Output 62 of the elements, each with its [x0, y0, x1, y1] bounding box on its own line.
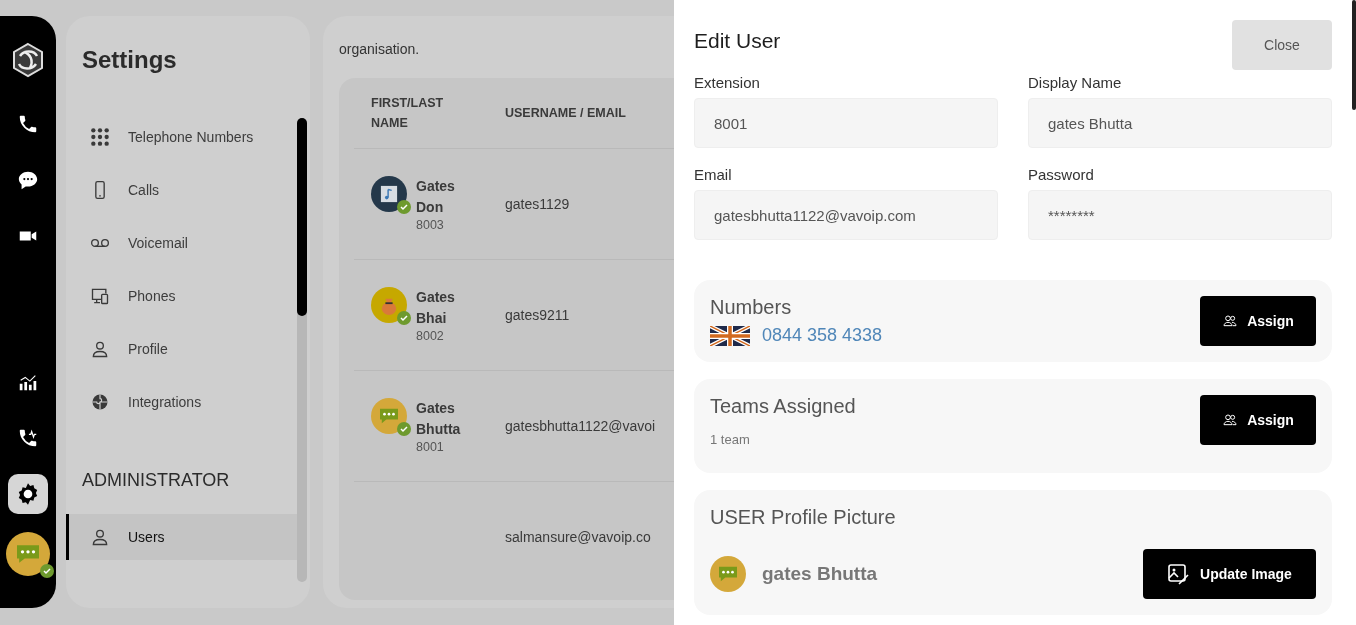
username-cell-text: gates1129 [505, 196, 571, 212]
intro-text: organisation. [339, 41, 421, 57]
nav-button[interactable] [8, 474, 48, 514]
last-name: Bhutta [416, 420, 461, 439]
field-label: Password [1028, 166, 1095, 183]
card-title: Teams Assigned [710, 395, 856, 418]
field-label: Display Name [1028, 74, 1123, 91]
dial-pad-icon [90, 126, 110, 147]
input-field[interactable]: gates Bhutta [1028, 98, 1332, 148]
extension-text: 8001 [416, 440, 445, 454]
field-label: Email [694, 166, 733, 183]
avatar-icon [6, 532, 50, 576]
scrollbar[interactable] [297, 118, 307, 582]
team-count: 1 team [710, 432, 751, 447]
extension-text: 8002 [416, 329, 445, 343]
section-heading: ADMINISTRATOR [82, 470, 231, 491]
first-name: Gates [416, 177, 455, 196]
settings-menu-item[interactable]: Users [66, 514, 298, 560]
people-icon [1222, 313, 1239, 329]
username-cell-text: gates9211 [505, 307, 571, 323]
field-label: Extension [694, 74, 761, 91]
scrollbar[interactable] [1352, 0, 1356, 110]
phone-number-link[interactable]: 0844 358 4338 [762, 325, 883, 346]
username-cell-text: salmansure@vavoip.co [505, 529, 652, 545]
person-icon [90, 527, 110, 547]
input-field[interactable]: gatesbhutta1122@vavoip.com [694, 190, 998, 240]
first-name: Gates [416, 399, 456, 418]
settings-menu-item[interactable]: Voicemail [66, 216, 298, 269]
logo-icon [10, 42, 46, 78]
username-cell-text: gatesbhutta1122@vavoi [505, 418, 657, 434]
input-field[interactable]: 8001 [694, 98, 998, 148]
settings-menu-item[interactable]: Integrations [66, 375, 298, 428]
settings-menu-item[interactable]: Profile [66, 322, 298, 375]
chat-bubble-icon [17, 169, 39, 191]
settings-menu-item[interactable]: Phones [66, 269, 298, 322]
first-name: Gates [416, 288, 455, 307]
avatar-icon [371, 287, 407, 323]
people-icon [1222, 412, 1239, 428]
input-field[interactable]: ******** [1028, 190, 1332, 240]
assign-button[interactable]: Assign [1200, 296, 1316, 346]
card-title: USER Profile Picture [710, 506, 897, 529]
union-jack-flag-icon [710, 325, 750, 346]
extension-text: 8003 [416, 218, 445, 232]
card-title: Numbers [710, 296, 793, 319]
phone-pulse-icon [17, 427, 39, 449]
user-name: gates Bhutta [762, 563, 878, 585]
avatar-icon [371, 176, 407, 212]
settings-menu-item[interactable]: Telephone Numbers [66, 110, 298, 163]
column-header: FIRST/LAST NAME [371, 95, 445, 132]
assign-button[interactable]: Assign [1200, 395, 1316, 445]
last-name: Don [416, 198, 445, 217]
settings-title: Settings [82, 46, 178, 74]
phone-icon [17, 113, 39, 135]
close-button[interactable]: Close [1232, 20, 1332, 70]
last-name: Bhai [416, 309, 448, 328]
image-edit-icon [1167, 562, 1192, 586]
column-header: USERNAME / EMAIL [505, 106, 627, 120]
avatar-icon [371, 398, 407, 434]
dialog-title: Edit User [694, 29, 781, 53]
update-image-button[interactable]: Update Image [1143, 549, 1316, 599]
settings-menu-item[interactable]: Calls [66, 163, 298, 216]
avatar-icon [710, 556, 746, 592]
